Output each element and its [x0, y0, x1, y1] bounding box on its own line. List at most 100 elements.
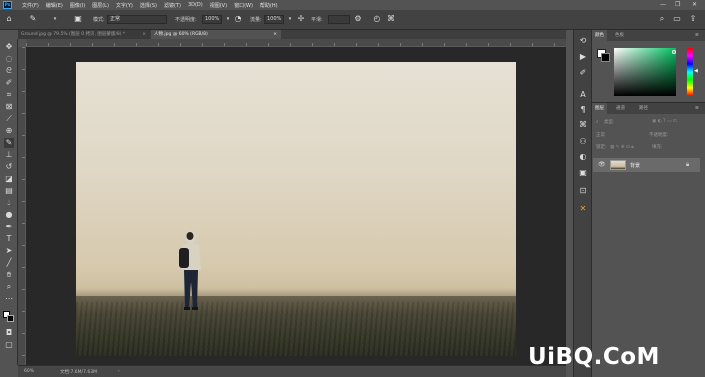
- restore-icon[interactable]: ❐: [675, 1, 680, 8]
- opacity-dropdown-icon[interactable]: ▾: [223, 14, 233, 24]
- home-icon[interactable]: ⌂: [4, 14, 14, 24]
- symmetry-icon[interactable]: ⌘: [386, 14, 396, 24]
- panel-menu-icon[interactable]: ≡: [692, 103, 702, 114]
- menu-image[interactable]: 图像(I): [70, 2, 85, 9]
- filter-search-icon[interactable]: ⌕: [596, 119, 599, 125]
- minimize-icon[interactable]: —: [660, 1, 666, 8]
- menu-help[interactable]: 帮助(H): [260, 2, 278, 9]
- history-panel-icon[interactable]: ⟲: [578, 36, 588, 46]
- tab-person[interactable]: 人物.jpg @ 60% (RGB/8) ×: [151, 30, 281, 39]
- screen-mode-icon[interactable]: ▢: [4, 340, 14, 350]
- quick-mask-icon[interactable]: ◘: [4, 328, 14, 338]
- brush-tool-icon[interactable]: ✎: [4, 138, 14, 148]
- layer-name[interactable]: 背景: [630, 162, 640, 169]
- pressure-opacity-icon[interactable]: ◔: [233, 14, 243, 24]
- menu-type[interactable]: 文字(Y): [116, 2, 133, 9]
- tab-paths[interactable]: 路径: [636, 103, 651, 114]
- layer-kind-filter[interactable]: 类型: [604, 119, 613, 125]
- eyedropper-tool-icon[interactable]: ⟋: [4, 114, 14, 124]
- tools-preset-icon[interactable]: ✕: [578, 204, 588, 214]
- search-icon[interactable]: ⌕: [657, 14, 667, 24]
- menu-layer[interactable]: 图层(L): [92, 2, 109, 9]
- quick-select-tool-icon[interactable]: ✐: [4, 78, 14, 88]
- menu-edit[interactable]: 编辑(E): [46, 2, 63, 9]
- layer-row[interactable]: 👁︎ 背景 🔒︎: [593, 158, 700, 172]
- adjustments-panel-icon[interactable]: ◐: [578, 152, 588, 162]
- clone-stamp-tool-icon[interactable]: ⊥: [4, 150, 14, 160]
- zoom-tool-icon[interactable]: ⌕: [4, 282, 14, 292]
- eraser-tool-icon[interactable]: ◪: [4, 174, 14, 184]
- smoothing-settings-icon[interactable]: ⚙: [353, 14, 363, 24]
- styles-panel-icon[interactable]: ⚇: [578, 137, 588, 147]
- brush-size-dropdown[interactable]: ▾: [50, 14, 60, 24]
- brush-settings-icon[interactable]: ✐: [578, 68, 588, 78]
- path-selection-tool-icon[interactable]: ➤: [4, 246, 14, 256]
- horizontal-ruler: [26, 39, 566, 47]
- layer-filter-icons[interactable]: ▣ ◐ T ▭ ⊡: [652, 119, 677, 124]
- share-icon[interactable]: ⇪: [688, 14, 698, 24]
- edit-toolbar-icon[interactable]: ⋯: [4, 294, 14, 304]
- hue-slider[interactable]: [687, 48, 693, 96]
- frame-tool-icon[interactable]: ⊠: [4, 102, 14, 112]
- properties-panel-icon[interactable]: ⊡: [578, 186, 588, 196]
- tab-swatches[interactable]: 色板: [612, 30, 627, 41]
- menu-select[interactable]: 选择(S): [140, 2, 157, 9]
- tab-ground[interactable]: Ground.jpg @ 79.5% (图层 0 拷贝, 图层蒙版/8) * ×: [18, 30, 150, 39]
- hue-slider-handle-icon[interactable]: ◀: [694, 68, 698, 74]
- tab-layers[interactable]: 图层: [592, 103, 607, 114]
- crop-tool-icon[interactable]: ⌗: [4, 90, 14, 100]
- healing-brush-tool-icon[interactable]: ⊕: [4, 126, 14, 136]
- opacity-input[interactable]: 100%: [202, 15, 222, 24]
- visibility-eye-icon[interactable]: 👁︎: [598, 161, 606, 168]
- flow-input[interactable]: 100%: [264, 15, 284, 24]
- type-tool-icon[interactable]: T: [4, 234, 14, 244]
- line-tool-icon[interactable]: ╱: [4, 258, 14, 268]
- smooth-input[interactable]: [328, 15, 350, 24]
- close-icon[interactable]: ×: [273, 30, 277, 39]
- brush-panel-icon[interactable]: ▣: [73, 14, 83, 24]
- document-size[interactable]: 文档:7.6M/7.63M: [60, 369, 97, 375]
- angle-icon[interactable]: ◴: [372, 14, 382, 24]
- panel-menu-icon[interactable]: ≡: [692, 30, 702, 41]
- color-picker-field[interactable]: [614, 48, 676, 96]
- lock-icons[interactable]: ▦ ✎ ✥ ⊡ 🔒︎: [610, 144, 634, 150]
- hand-tool-icon[interactable]: ✋︎: [4, 270, 14, 280]
- lasso-tool-icon[interactable]: ᘓ: [4, 66, 14, 76]
- actions-panel-icon[interactable]: ▶: [578, 52, 588, 62]
- menu-filter[interactable]: 滤镜(T): [164, 2, 181, 9]
- smooth-label: 平滑:: [311, 17, 323, 23]
- dodge-tool-icon[interactable]: ●: [4, 210, 14, 220]
- pen-tool-icon[interactable]: ✒: [4, 222, 14, 232]
- workspace-icon[interactable]: ▭: [672, 14, 682, 24]
- gradient-tool-icon[interactable]: ▤: [4, 186, 14, 196]
- menu-file[interactable]: 文件(F): [22, 2, 39, 9]
- blend-mode-select[interactable]: 正常: [596, 132, 605, 138]
- paragraph-panel-icon[interactable]: ¶: [578, 105, 588, 115]
- flow-dropdown-icon[interactable]: ▾: [285, 14, 295, 24]
- menu-window[interactable]: 窗口(W): [234, 2, 253, 9]
- background-color-swatch[interactable]: [601, 53, 610, 62]
- document-canvas-image[interactable]: [76, 62, 516, 356]
- close-icon[interactable]: ✕: [692, 1, 697, 8]
- status-menu-icon[interactable]: ›: [118, 369, 120, 374]
- marquee-tool-icon[interactable]: ◌: [4, 54, 14, 64]
- menu-3d[interactable]: 3D(D): [188, 2, 203, 8]
- glyphs-panel-icon[interactable]: ⌘: [578, 120, 588, 130]
- blur-tool-icon[interactable]: 💧︎: [4, 198, 14, 208]
- lock-icon[interactable]: 🔒︎: [686, 161, 689, 169]
- history-brush-tool-icon[interactable]: ↺: [4, 162, 14, 172]
- background-color-swatch[interactable]: [7, 315, 14, 322]
- close-icon[interactable]: ×: [142, 30, 146, 39]
- zoom-level[interactable]: 60%: [24, 369, 34, 374]
- mode-select[interactable]: 正常: [107, 15, 167, 24]
- character-panel-icon[interactable]: A: [578, 90, 588, 100]
- airbrush-icon[interactable]: ✢: [296, 14, 306, 24]
- photoshop-logo: Ps: [3, 1, 12, 9]
- tab-color[interactable]: 颜色: [592, 30, 607, 41]
- menu-view[interactable]: 视图(V): [210, 2, 227, 9]
- brush-preset-icon[interactable]: ✎: [28, 14, 38, 24]
- color-picker-cursor[interactable]: [672, 50, 676, 54]
- tab-channels[interactable]: 通道: [613, 103, 628, 114]
- move-tool-icon[interactable]: ✥: [4, 42, 14, 52]
- libraries-panel-icon[interactable]: ▣: [578, 168, 588, 178]
